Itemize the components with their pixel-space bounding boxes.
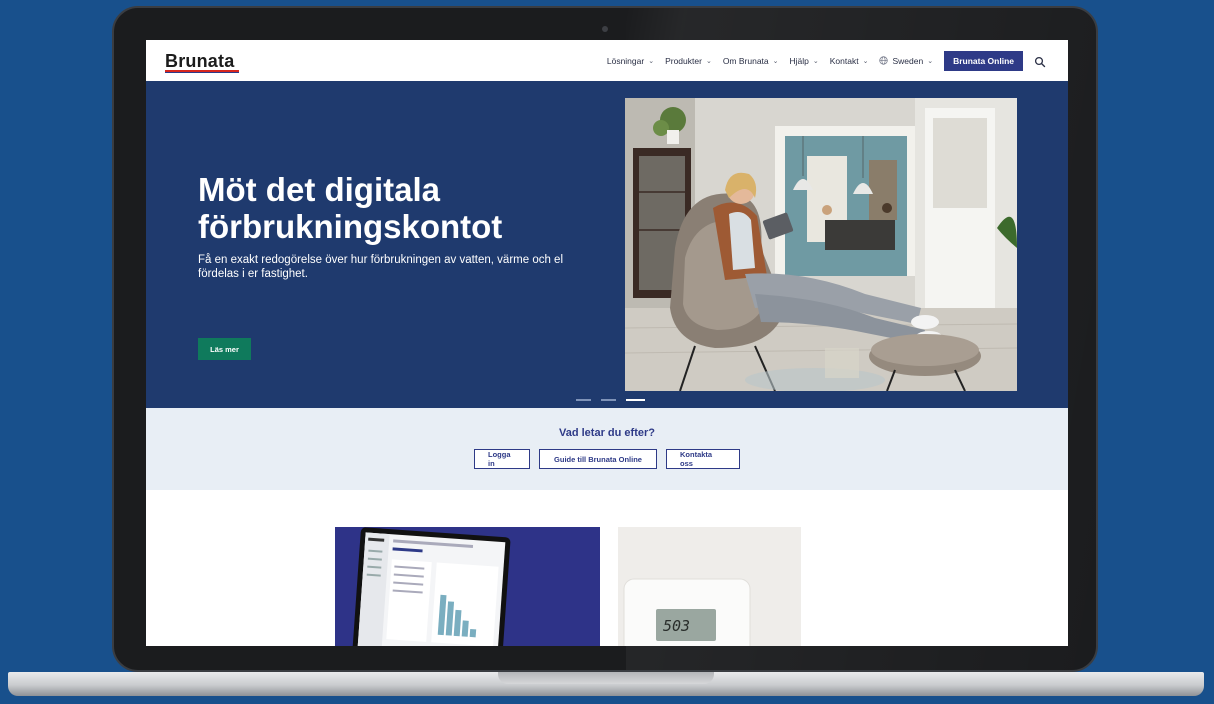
slider-dot-2[interactable]	[601, 399, 616, 401]
nav-item-hjalp[interactable]: Hjälp ⌄	[790, 56, 819, 66]
hero-banner: Möt det digitala förbrukningskontot Få e…	[146, 81, 1068, 408]
laptop-screen: Brunata Lösningar ⌄ Produkter ⌄ Om Bruna…	[146, 40, 1068, 646]
chevron-down-icon: ⌄	[862, 57, 869, 65]
hero-photo	[625, 98, 1017, 391]
region-label: Sweden	[892, 55, 924, 66]
region-selector[interactable]: Sweden ⌄	[879, 56, 933, 66]
card-dashboard[interactable]	[335, 527, 600, 646]
dashboard-illustration	[352, 527, 511, 646]
guide-button[interactable]: Guide till Brunata Online	[539, 449, 657, 469]
card-meter[interactable]: 503	[618, 527, 801, 646]
nav-item-label: Kontakt	[829, 55, 859, 66]
meter-illustration	[618, 527, 801, 646]
living-room-illustration	[625, 98, 1017, 391]
meter-reading: 503	[663, 617, 691, 635]
slider-dot-1[interactable]	[576, 399, 591, 401]
main-nav: Lösningar ⌄ Produkter ⌄ Om Brunata ⌄ Hjä…	[607, 40, 1046, 81]
chevron-down-icon: ⌄	[927, 57, 934, 65]
hero-description: Få en exakt redogörelse över hur förbruk…	[198, 254, 564, 280]
login-button[interactable]: Logga in	[474, 449, 530, 469]
quick-links-title: Vad letar du efter?	[559, 427, 655, 439]
hero-title-line: förbrukningskontot	[198, 208, 503, 245]
slider-dot-3[interactable]	[626, 399, 645, 401]
quick-links-section: Vad letar du efter? Logga in Guide till …	[146, 408, 1068, 490]
chevron-down-icon: ⌄	[648, 57, 655, 65]
nav-item-label: Hjälp	[789, 55, 809, 66]
laptop-base-notch	[498, 672, 714, 684]
hero-title: Möt det digitala förbrukningskontot	[198, 171, 598, 245]
nav-item-produkter[interactable]: Produkter ⌄	[665, 56, 712, 66]
globe-icon	[879, 56, 889, 65]
contact-us-button[interactable]: Kontakta oss	[666, 449, 740, 469]
search-icon	[1034, 56, 1046, 67]
nav-item-om-brunata[interactable]: Om Brunata ⌄	[723, 56, 779, 66]
hero-title-line: Möt det digitala	[198, 171, 440, 208]
nav-item-kontakt[interactable]: Kontakt ⌄	[830, 56, 869, 66]
search-button[interactable]	[1034, 55, 1046, 67]
quick-links-buttons: Logga in Guide till Brunata Online Konta…	[146, 449, 1068, 469]
chevron-down-icon: ⌄	[772, 57, 779, 65]
nav-item-label: Om Brunata	[722, 55, 769, 66]
logo-underline-blue	[165, 72, 239, 73]
read-more-button[interactable]: Läs mer	[198, 338, 251, 360]
nav-item-label: Produkter	[665, 55, 702, 66]
chevron-down-icon: ⌄	[705, 57, 712, 65]
brunata-online-button[interactable]: Brunata Online	[944, 50, 1023, 71]
chevron-down-icon: ⌄	[812, 57, 819, 65]
brunata-logo[interactable]: Brunata	[165, 51, 234, 72]
site-header: Brunata Lösningar ⌄ Produkter ⌄ Om Bruna…	[146, 40, 1068, 82]
nav-item-label: Lösningar	[606, 55, 645, 66]
webcam-icon	[602, 26, 608, 32]
nav-item-losningar[interactable]: Lösningar ⌄	[607, 56, 654, 66]
slider-dots	[576, 399, 645, 401]
